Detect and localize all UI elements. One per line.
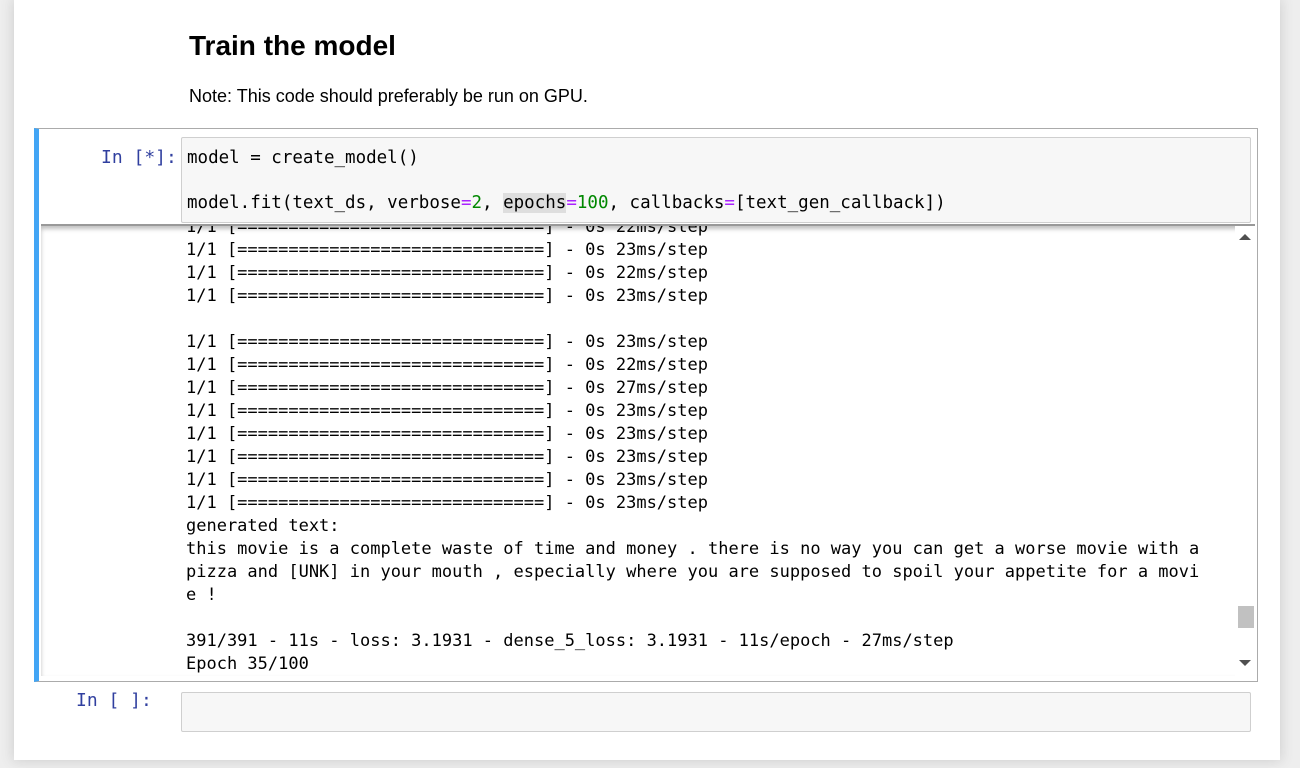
code-token: ,	[482, 193, 504, 213]
code-editor[interactable]: model = create_model() model.fit(text_ds…	[181, 137, 1251, 223]
code-token: model.fit(text_ds, verbose	[187, 193, 461, 213]
code-token: 100	[576, 193, 609, 213]
output-scrollbar[interactable]	[1235, 226, 1255, 676]
empty-code-editor[interactable]	[181, 692, 1251, 732]
code-token: =	[460, 193, 472, 213]
scrollbar-thumb[interactable]	[1238, 606, 1254, 628]
code-token: 2	[471, 193, 483, 213]
notebook-page: Train the model Note: This code should p…	[14, 0, 1280, 760]
code-cell-running[interactable]: In [*]: model = create_model() model.fit…	[34, 128, 1258, 682]
input-prompt: In [*]:	[101, 147, 177, 168]
empty-cell-prompt: In [ ]:	[76, 690, 152, 711]
markdown-note: Note: This code should preferably be run…	[189, 86, 588, 106]
code-token: [text_gen_callback])	[734, 193, 946, 213]
cell-output-scroll-area[interactable]: 1/1 [==============================] - 0…	[41, 224, 1255, 676]
cell-output-text: 1/1 [==============================] - 0…	[186, 224, 1200, 674]
code-token: =	[724, 193, 735, 213]
code-line-2: model.fit(text_ds, verbose=2, epochs=100…	[187, 193, 946, 213]
scroll-down-arrow-icon[interactable]	[1239, 660, 1251, 666]
markdown-heading: Train the model	[189, 30, 396, 61]
code-token: =	[566, 193, 577, 213]
code-token-highlighted: epochs	[503, 193, 567, 213]
scroll-up-arrow-icon[interactable]	[1239, 234, 1251, 240]
code-line-1: model = create_model()	[187, 148, 419, 168]
code-token: , callbacks	[608, 193, 725, 213]
